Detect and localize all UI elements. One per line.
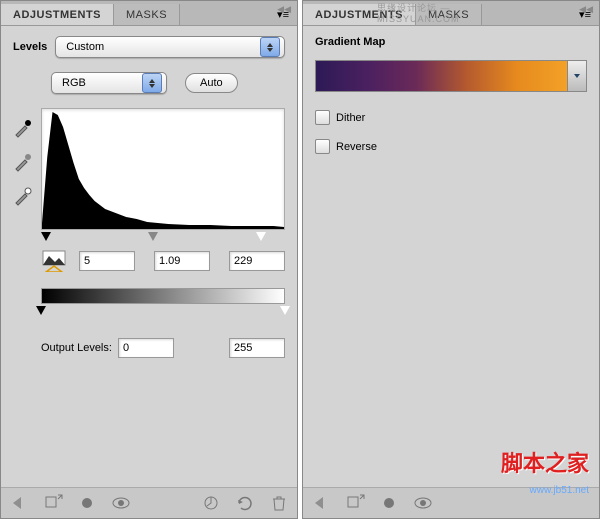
visibility-eye-icon[interactable] [413, 494, 433, 512]
channel-dropdown[interactable]: RGB [51, 72, 167, 94]
gamma-input[interactable] [154, 251, 210, 271]
gradient-picker[interactable] [315, 60, 587, 92]
reverse-checkbox[interactable] [315, 139, 330, 154]
visibility-eye-icon[interactable] [111, 494, 131, 512]
watermark-text: 脚本之家 [501, 446, 589, 478]
gradient-map-title: Gradient Map [315, 36, 587, 48]
chevron-updown-icon [260, 37, 280, 57]
tab-adjustments[interactable]: ADJUSTMENTS [1, 4, 114, 25]
auto-button[interactable]: Auto [185, 73, 238, 93]
collapse-icon[interactable]: ◀◀ [579, 4, 593, 15]
collapse-icon[interactable]: ◀◀ [277, 4, 291, 15]
preset-value: Custom [66, 41, 104, 53]
tab-bar: ADJUSTMENTS MASKS ▾≡ [1, 1, 297, 26]
levels-panel: ◀◀ ADJUSTMENTS MASKS ▾≡ Levels Custom RG… [0, 0, 298, 519]
back-arrow-icon[interactable] [311, 494, 331, 512]
layer-dot-icon[interactable] [77, 494, 97, 512]
output-black-input[interactable] [118, 338, 174, 358]
trash-icon[interactable] [269, 494, 289, 512]
black-point-slider[interactable] [41, 232, 51, 241]
output-gradient [41, 288, 285, 304]
white-point-slider[interactable] [256, 232, 266, 241]
tab-masks[interactable]: MASKS [114, 4, 180, 25]
white-input[interactable] [229, 251, 285, 271]
input-slider-track[interactable] [41, 232, 285, 246]
panel-footer [1, 487, 297, 518]
preset-dropdown[interactable]: Custom [55, 36, 285, 58]
output-white-input[interactable] [229, 338, 285, 358]
clip-warning-icon[interactable] [41, 250, 67, 272]
expand-icon[interactable] [345, 494, 365, 512]
dither-checkbox[interactable] [315, 110, 330, 125]
histogram-chart [41, 108, 285, 230]
gradient-dropdown-icon[interactable] [567, 61, 586, 91]
black-input[interactable] [79, 251, 135, 271]
top-watermark: 思缘设计论坛 — MISSYUAN.COM [377, 1, 525, 24]
watermark-url: www.jb51.net [530, 485, 589, 496]
dither-label: Dither [336, 112, 365, 124]
output-slider-track[interactable] [41, 306, 285, 320]
levels-title: Levels [13, 41, 47, 53]
expand-icon[interactable] [43, 494, 63, 512]
layer-dot-icon[interactable] [379, 494, 399, 512]
output-label: Output Levels: [41, 342, 112, 354]
back-arrow-icon[interactable] [9, 494, 29, 512]
gray-eyedropper-icon[interactable] [13, 152, 33, 172]
output-white-slider[interactable] [280, 306, 290, 315]
channel-value: RGB [62, 77, 86, 89]
white-eyedropper-icon[interactable] [13, 186, 33, 206]
gradient-map-panel: ◀◀ 思缘设计论坛 — MISSYUAN.COM ADJUSTMENTS MAS… [302, 0, 600, 519]
previous-state-icon[interactable] [201, 494, 221, 512]
output-black-slider[interactable] [36, 306, 46, 315]
black-eyedropper-icon[interactable] [13, 118, 33, 138]
gamma-slider[interactable] [148, 232, 158, 241]
gradient-preview [316, 61, 567, 91]
reverse-label: Reverse [336, 141, 377, 153]
chevron-updown-icon [142, 73, 162, 93]
reset-icon[interactable] [235, 494, 255, 512]
